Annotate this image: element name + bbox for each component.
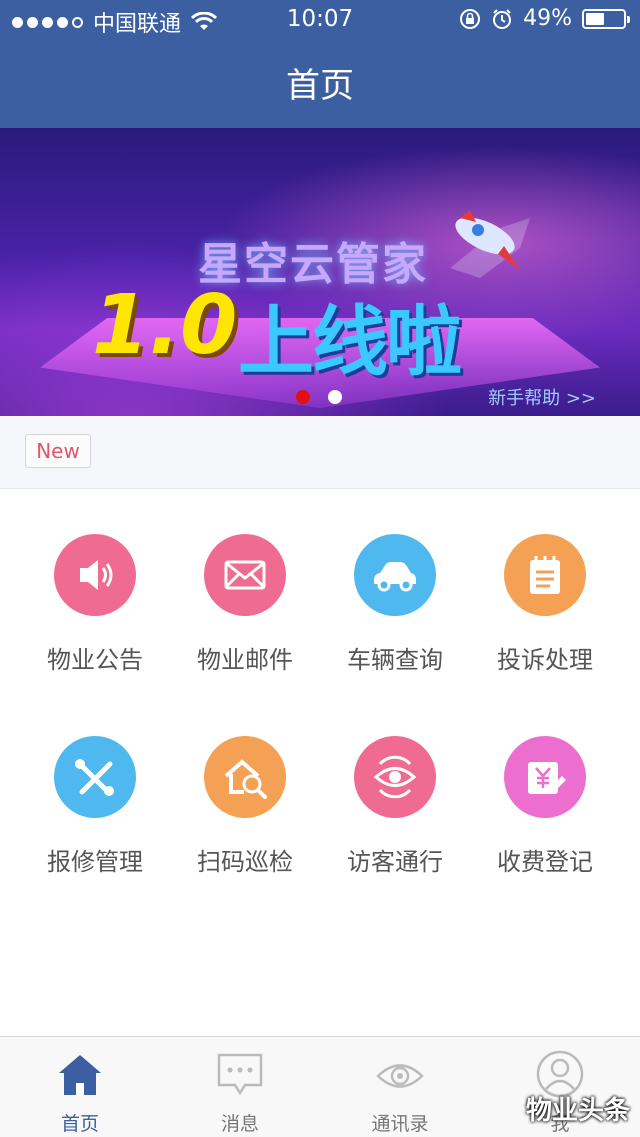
grid-icon-circle bbox=[204, 534, 286, 616]
rocket-icon bbox=[450, 210, 530, 278]
pager-dot-2[interactable] bbox=[328, 390, 342, 404]
grid-icon-circle bbox=[54, 534, 136, 616]
tab-messages[interactable]: 消息 bbox=[160, 1037, 320, 1137]
grid-item-vehicle[interactable]: 车辆查询 bbox=[320, 490, 470, 674]
news-strip: New bbox=[0, 416, 640, 489]
grid-item-visitor[interactable]: 访客通行 bbox=[320, 692, 470, 876]
banner-version: 1.0 bbox=[92, 278, 238, 373]
banner-pager bbox=[296, 390, 342, 404]
page-title: 首页 bbox=[286, 66, 354, 106]
grid-item-label: 物业邮件 bbox=[197, 646, 293, 674]
promo-banner[interactable]: 星空云管家 1.0 上线啦 新手帮助 >> bbox=[0, 128, 640, 416]
tools-icon bbox=[75, 759, 114, 796]
status-right: 49% bbox=[459, 6, 630, 31]
eye-icon bbox=[373, 755, 417, 799]
home-icon bbox=[59, 1055, 101, 1095]
battery-percent: 49% bbox=[523, 6, 572, 31]
grid-item-announcement[interactable]: 物业公告 bbox=[20, 490, 170, 674]
tab-contacts[interactable]: 通讯录 bbox=[320, 1037, 480, 1137]
grid-item-repair[interactable]: 报修管理 bbox=[20, 692, 170, 876]
mail-icon bbox=[224, 560, 266, 590]
grid-item-label: 收费登记 bbox=[497, 848, 593, 876]
car-icon bbox=[374, 562, 416, 592]
tab-home[interactable]: 首页 bbox=[0, 1037, 160, 1137]
grid-item-fee[interactable]: 收费登记 bbox=[470, 692, 620, 876]
house-scan-icon bbox=[224, 759, 267, 799]
grid-item-mail[interactable]: 物业邮件 bbox=[170, 490, 320, 674]
status-bar: 中国联通 10:07 49% bbox=[0, 0, 640, 40]
grid-icon-circle bbox=[504, 736, 586, 818]
grid-item-label: 访客通行 bbox=[347, 848, 443, 876]
grid-icon-circle bbox=[354, 534, 436, 616]
tab-label: 首页 bbox=[60, 1113, 99, 1135]
top-bar: 中国联通 10:07 49% 首页 bbox=[0, 0, 640, 128]
speaker-icon bbox=[80, 560, 113, 590]
grid-item-complaint[interactable]: 投诉处理 bbox=[470, 490, 620, 674]
grid-item-label: 物业公告 bbox=[47, 646, 143, 674]
battery-fill bbox=[586, 12, 604, 25]
message-icon bbox=[217, 1053, 263, 1096]
grid-icon-circle bbox=[354, 736, 436, 818]
grid-item-label: 投诉处理 bbox=[497, 646, 593, 674]
contacts-eye-icon bbox=[376, 1064, 424, 1088]
help-link[interactable]: 新手帮助 >> bbox=[488, 384, 596, 410]
alarm-icon bbox=[493, 8, 512, 29]
fee-icon bbox=[528, 762, 566, 794]
tab-label: 消息 bbox=[220, 1113, 259, 1135]
watermark: 物业头条 bbox=[525, 1096, 630, 1126]
banner-tagline: 上线啦 bbox=[238, 297, 462, 386]
grid-item-label: 扫码巡检 bbox=[197, 848, 293, 876]
new-badge[interactable]: New bbox=[25, 434, 91, 468]
grid-icon-circle bbox=[504, 534, 586, 616]
tab-label: 通讯录 bbox=[371, 1113, 429, 1135]
pager-dot-1[interactable] bbox=[296, 390, 310, 404]
grid-icon-circle bbox=[204, 736, 286, 818]
grid-icon-circle bbox=[54, 736, 136, 818]
orientation-lock-icon bbox=[460, 8, 481, 29]
grid-item-label: 报修管理 bbox=[47, 848, 143, 876]
grid-item-label: 车辆查询 bbox=[347, 646, 443, 674]
grid-item-scan[interactable]: 扫码巡检 bbox=[170, 692, 320, 876]
battery-icon bbox=[582, 8, 630, 29]
notepad-icon bbox=[530, 556, 560, 594]
tab-bar: 首页 消息 通讯录 我 物业头条 bbox=[0, 1036, 640, 1137]
